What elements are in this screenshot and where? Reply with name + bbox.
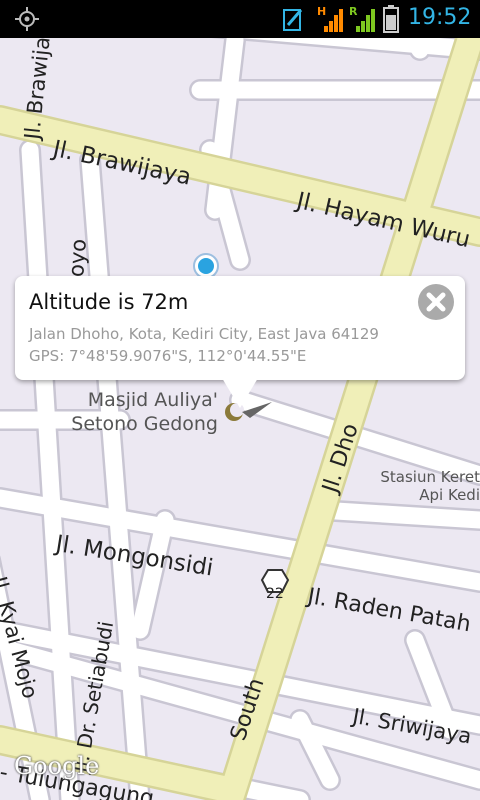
gps-icon — [15, 7, 39, 31]
edit-note-icon — [283, 9, 303, 31]
google-logo: Google — [14, 752, 100, 780]
info-window[interactable]: Altitude is 72m Jalan Dhoho, Kota, Kedir… — [15, 276, 465, 380]
clock: 19:52 — [408, 5, 472, 30]
my-location-icon — [193, 253, 219, 279]
close-icon[interactable] — [418, 284, 454, 320]
poi-label-masjid-line1: Masjid Auliya' — [87, 389, 218, 411]
route-shield-number: 22 — [266, 586, 284, 602]
close-icon-glyph — [426, 292, 446, 312]
poi-label-stasiun-line2: Api Kedi — [419, 486, 480, 504]
info-gps: GPS: 7°48'59.9076"S, 112°0'44.55"E — [29, 347, 307, 365]
poi-label-masjid: Masjid Auliya' Setono Gedong — [58, 388, 218, 436]
info-address: Jalan Dhoho, Kota, Kediri City, East Jav… — [29, 325, 379, 343]
battery-icon — [383, 5, 399, 33]
poi-label-stasiun-line1: Stasiun Keret — [380, 468, 480, 486]
signal-h-icon: H — [317, 5, 343, 32]
info-title: Altitude is 72m — [29, 290, 189, 314]
info-window-pointer — [222, 378, 258, 408]
poi-label-stasiun: Stasiun Keret Api Kedi — [340, 468, 480, 504]
signal-r-label: R — [349, 5, 358, 18]
signal-h-label: H — [317, 5, 326, 18]
map-view[interactable]: Jl. Brawijaya Jl. Brawija Jl. Hayam Wuru… — [0, 38, 480, 800]
poi-label-masjid-line2: Setono Gedong — [71, 413, 218, 435]
status-bar: H R 19:52 — [0, 0, 480, 38]
signal-r-icon: R — [349, 5, 375, 32]
